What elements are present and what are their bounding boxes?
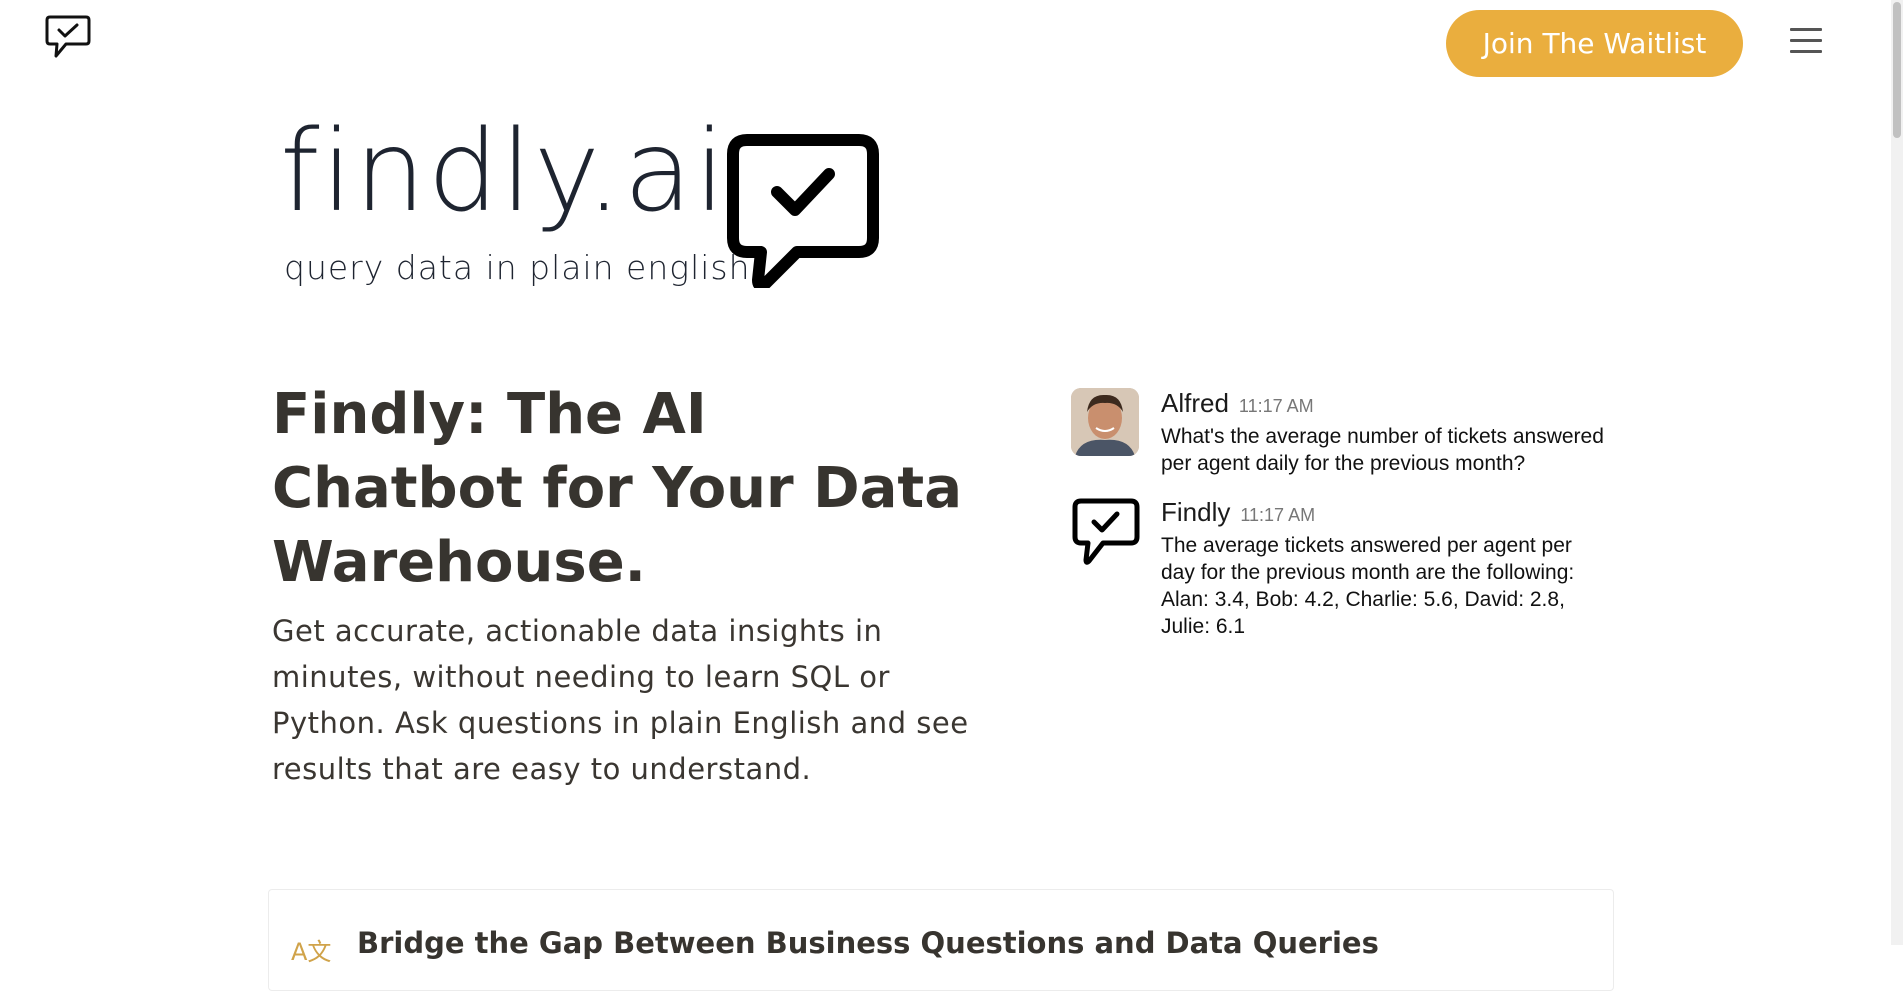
- page-scrollbar[interactable]: [1891, 0, 1903, 945]
- brand-wordmark: findly.ai: [280, 107, 728, 237]
- brand-chat-check-icon: [727, 134, 879, 288]
- hero-description: Get accurate, actionable data insights i…: [272, 614, 969, 786]
- hamburger-line: [1790, 28, 1822, 31]
- translate-icon: A文: [291, 938, 332, 966]
- message-text: The average tickets answered per agent p…: [1161, 534, 1575, 638]
- bot-chat-check-icon: [1072, 498, 1140, 565]
- chat-message-user: Alfred 11:17 AM What's the average numbe…: [1071, 388, 1631, 477]
- feature-title: Bridge the Gap Between Business Question…: [357, 926, 1379, 960]
- message-author: Alfred: [1161, 388, 1229, 418]
- chat-demo: Alfred 11:17 AM What's the average numbe…: [1071, 388, 1631, 640]
- message-text: What's the average number of tickets ans…: [1161, 425, 1604, 475]
- scrollbar-thumb[interactable]: [1893, 2, 1901, 138]
- hero-title: Findly: The AI Chatbot for Your Data War…: [272, 382, 962, 595]
- message-timestamp: 11:17 AM: [1238, 396, 1314, 416]
- logo-chat-check-icon[interactable]: [44, 13, 92, 61]
- user-avatar: [1071, 388, 1139, 456]
- message-author: Findly: [1161, 497, 1231, 527]
- hamburger-line: [1790, 50, 1822, 53]
- hamburger-icon[interactable]: [1790, 28, 1822, 56]
- message-timestamp: 11:17 AM: [1240, 505, 1316, 525]
- hamburger-line: [1790, 39, 1822, 42]
- join-waitlist-button[interactable]: Join The Waitlist: [1446, 10, 1743, 77]
- brand-tagline: query data in plain english: [284, 248, 751, 287]
- feature-card: A文 Bridge the Gap Between Business Quest…: [268, 889, 1614, 991]
- chat-message-bot: Findly 11:17 AM The average tickets answ…: [1071, 497, 1631, 640]
